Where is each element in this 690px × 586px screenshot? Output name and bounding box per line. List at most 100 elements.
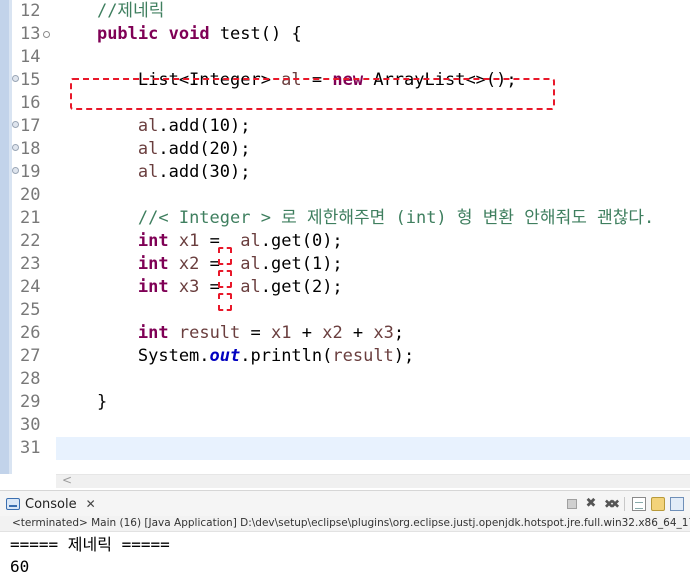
gutter-line[interactable]: 15	[12, 69, 56, 92]
breakpoint-icon[interactable]	[12, 144, 19, 151]
gutter-line[interactable]: 18	[12, 138, 56, 161]
scroll-lock-icon[interactable]	[651, 497, 665, 511]
code-token: result	[178, 323, 241, 343]
line-number: 30	[20, 415, 41, 435]
code-token: al	[137, 139, 159, 159]
line-number: 17	[20, 116, 41, 136]
console-output-line: 60	[10, 557, 30, 576]
code-line[interactable]: public void test() {	[56, 23, 690, 46]
code-line[interactable]: //제네릭	[56, 0, 690, 23]
code-line[interactable]: System.out.println(result);	[56, 345, 690, 368]
console-output-line: ===== 제네릭 =====	[10, 535, 170, 554]
gutter-line[interactable]: 12	[12, 0, 56, 23]
code-token: .println(	[240, 346, 333, 366]
code-token: int	[137, 277, 169, 297]
breakpoint-icon[interactable]	[12, 75, 19, 82]
console-toolbar: ✖ ✖✖	[565, 495, 684, 513]
gutter-line[interactable]: 25	[12, 299, 56, 322]
gutter-line[interactable]: 23	[12, 253, 56, 276]
tab-console[interactable]: Console ✕	[6, 494, 96, 514]
code-token: }	[56, 392, 108, 412]
code-token: x3	[373, 323, 394, 343]
code-line[interactable]	[56, 184, 690, 207]
gutter-line[interactable]: 17	[12, 115, 56, 138]
code-token: int	[137, 323, 169, 343]
code-editor[interactable]: 12 13 14 15 16 17 18 19 20 21 22 23 24 25 26 27 28 29 30 31…	[0, 0, 690, 474]
code-token: System.	[56, 346, 210, 366]
scroll-left-icon[interactable]: <	[62, 473, 72, 487]
code-line[interactable]: //< Integer > 로 제한해주면 (int) 형 변환 안해줘도 괜찮…	[56, 207, 690, 230]
line-number: 13	[20, 24, 41, 44]
code-line[interactable]	[56, 299, 690, 322]
gutter-line[interactable]: 16	[12, 92, 56, 115]
code-line[interactable]: int x1 = al.get(0);	[56, 230, 690, 253]
gutter-line[interactable]: 27	[12, 345, 56, 368]
line-number: 27	[20, 346, 41, 366]
highlight-box-missing-cast-3	[218, 293, 232, 311]
line-number: 24	[20, 277, 41, 297]
code-token: .add(20);	[158, 139, 251, 159]
terminate-icon[interactable]	[567, 499, 577, 509]
code-token: test() {	[209, 24, 302, 44]
fold-icon[interactable]	[43, 31, 50, 38]
code-token: .add(10);	[158, 116, 251, 136]
gutter-line[interactable]: 31	[12, 437, 56, 460]
gutter-line[interactable]: 20	[12, 184, 56, 207]
console-output[interactable]: ===== 제네릭 ===== 60	[0, 532, 690, 586]
code-token: +	[342, 323, 374, 343]
gutter-line[interactable]: 14	[12, 46, 56, 69]
gutter-line[interactable]: 19	[12, 161, 56, 184]
code-token: //제네릭	[96, 1, 165, 21]
code-token: al	[137, 116, 159, 136]
code-line[interactable]: al.add(20);	[56, 138, 690, 161]
clear-console-icon[interactable]	[632, 497, 646, 511]
code-line[interactable]	[56, 46, 690, 69]
code-token: x2	[322, 323, 343, 343]
pin-console-icon[interactable]	[670, 497, 684, 511]
code-token: //< Integer > 로 제한해주면 (int) 형 변환 안해줘도 괜찮…	[137, 208, 655, 228]
remove-launch-icon[interactable]: ✖	[584, 497, 598, 511]
line-number: 16	[20, 93, 41, 113]
gutter-line[interactable]: 30	[12, 414, 56, 437]
code-line[interactable]	[56, 414, 690, 437]
code-token: void	[168, 24, 210, 44]
code-token: int	[137, 254, 169, 274]
current-code-line[interactable]	[56, 437, 690, 460]
code-line[interactable]	[56, 368, 690, 391]
code-area[interactable]: //제네릭 public void test() { List<Integer>…	[56, 0, 690, 474]
horizontal-scrollbar[interactable]: <	[56, 473, 690, 488]
code-token: .get(1);	[260, 254, 343, 274]
gutter-line[interactable]: 24	[12, 276, 56, 299]
highlight-box-declaration	[70, 78, 555, 110]
code-token: .add(30);	[158, 162, 251, 182]
code-line[interactable]: int x3 = al.get(2);	[56, 276, 690, 299]
console-status-line: <terminated> Main (16) [Java Application…	[0, 516, 690, 532]
highlight-box-missing-cast-2	[218, 270, 232, 288]
toolbar-separator	[624, 497, 625, 511]
remove-all-icon[interactable]: ✖✖	[603, 497, 620, 511]
code-token: .get(0);	[260, 231, 343, 251]
close-icon[interactable]: ✕	[86, 497, 96, 511]
code-token: al	[240, 231, 261, 251]
code-line[interactable]: }	[56, 391, 690, 414]
breakpoint-icon[interactable]	[12, 121, 19, 128]
code-token: x2	[178, 254, 200, 274]
gutter-line[interactable]: 21	[12, 207, 56, 230]
gutter-line[interactable]: 29	[12, 391, 56, 414]
breakpoint-icon[interactable]	[12, 167, 19, 174]
gutter-line[interactable]: 26	[12, 322, 56, 345]
gutter-line[interactable]: 13	[12, 23, 56, 46]
code-token: +	[291, 323, 323, 343]
code-line[interactable]: al.add(30);	[56, 161, 690, 184]
line-number-gutter[interactable]: 12 13 14 15 16 17 18 19 20 21 22 23 24 25 26 27 28 29 30 31	[12, 0, 56, 474]
code-line[interactable]: int x2 = al.get(1);	[56, 253, 690, 276]
gutter-line[interactable]: 22	[12, 230, 56, 253]
code-line[interactable]: int result = x1 + x2 + x3;	[56, 322, 690, 345]
code-line[interactable]: al.add(10);	[56, 115, 690, 138]
gutter-line[interactable]: 28	[12, 368, 56, 391]
